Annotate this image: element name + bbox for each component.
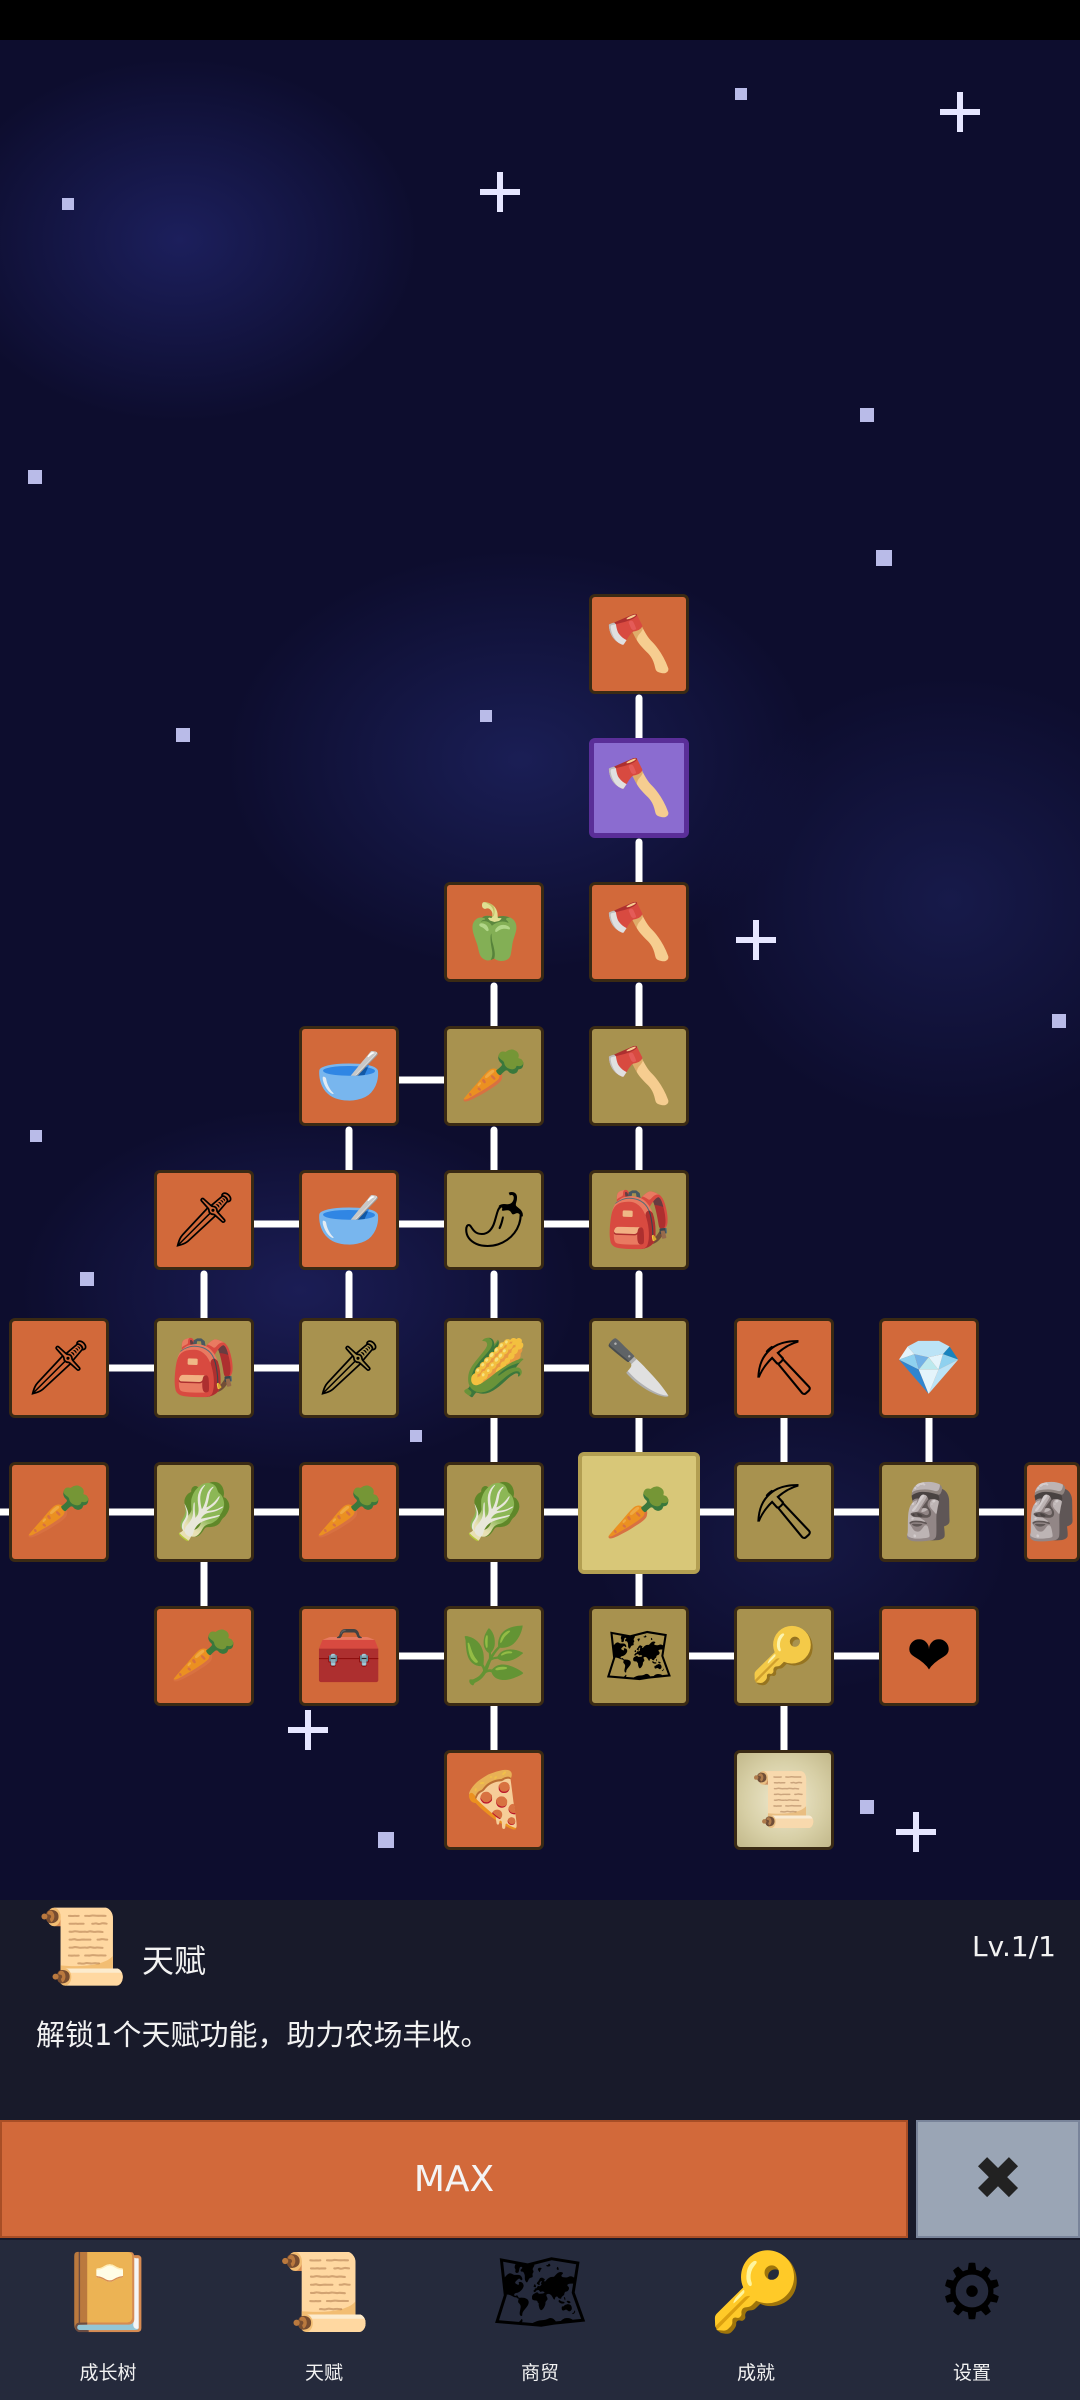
talent-node-dagger[interactable]: 🔪 xyxy=(589,1318,689,1418)
carrot-selected-icon: 🥕 xyxy=(605,1481,673,1544)
map-icon: 🗺 xyxy=(491,2247,589,2336)
talent-node-map[interactable]: 🗺 xyxy=(589,1606,689,1706)
bottom-nav: 📔 成长树 📜 天赋 🗺 商贸 🔑 成就 ⚙ 设置 xyxy=(0,2240,1080,2400)
talent-node-key[interactable]: 🔑 xyxy=(734,1606,834,1706)
sword-icon: 🗡 xyxy=(24,1336,94,1399)
gear-icon: ⚙ xyxy=(937,2247,1007,2336)
key-icon: 🔑 xyxy=(708,2247,804,2336)
sword-icon: 🗡 xyxy=(169,1188,239,1251)
cabbage-icon: 🥬 xyxy=(170,1480,238,1543)
talent-node-carrot-c[interactable]: 🥕 xyxy=(154,1606,254,1706)
nav-settings[interactable]: ⚙ 设置 xyxy=(864,2240,1080,2400)
shovel-purple-icon: 🪓 xyxy=(605,756,673,819)
book-icon: 📔 xyxy=(60,2247,156,2336)
talent-node-heart[interactable]: ❤ xyxy=(879,1606,979,1706)
bowl-icon: 🥣 xyxy=(315,1188,383,1251)
talent-node-corn[interactable]: 🌽 xyxy=(444,1318,544,1418)
dagger-icon: 🔪 xyxy=(605,1336,673,1399)
info-panel: 📜 天赋 Lv.1/1 解锁1个天赋功能，助力农场丰收。 xyxy=(0,1900,1080,2120)
nav-talent[interactable]: 📜 天赋 xyxy=(216,2240,432,2400)
max-button[interactable]: MAX xyxy=(0,2120,908,2238)
heart-icon: ❤ xyxy=(906,1624,952,1687)
talent-node-backpack-a[interactable]: 🎒 xyxy=(589,1170,689,1270)
close-button[interactable]: ✖ xyxy=(916,2120,1080,2238)
talent-node-crystal[interactable]: 💎 xyxy=(879,1318,979,1418)
treasure-chest-icon: 🧰 xyxy=(315,1624,383,1687)
shovel-upgrade-icon: 🪓 xyxy=(605,612,673,675)
chili-icon: 🌶 xyxy=(459,1188,529,1251)
talent-node-pizza[interactable]: 🍕 xyxy=(444,1750,544,1850)
shovel-upgrade-icon: 🪓 xyxy=(605,900,673,963)
carrot-icon: 🥕 xyxy=(170,1624,238,1687)
key-icon: 🔑 xyxy=(750,1624,818,1687)
talent-node-statue-b[interactable]: 🗿 xyxy=(1018,1462,1080,1562)
nav-label-settings: 设置 xyxy=(952,2362,991,2384)
talent-node-shovel-c[interactable]: 🪓 xyxy=(589,882,689,982)
corn-icon: 🌽 xyxy=(460,1336,528,1399)
nav-label-growth-tree: 成长树 xyxy=(79,2362,137,2384)
pepper-icon: 🫑 xyxy=(460,900,528,963)
carrot-icon: 🥕 xyxy=(315,1480,383,1543)
scroll-icon: 📜 xyxy=(276,2247,372,2336)
talent-node-chest[interactable]: 🧰 xyxy=(299,1606,399,1706)
pickaxe-icon: ⛏ xyxy=(749,1480,819,1543)
talent-node-statue-a[interactable]: 🗿 xyxy=(879,1462,979,1562)
cabbage-icon: 🥬 xyxy=(460,1480,528,1543)
talent-node-carrot-center[interactable]: 🥕 xyxy=(578,1452,700,1574)
talent-node-pepper[interactable]: 🫑 xyxy=(444,882,544,982)
statue-icon: 🗿 xyxy=(895,1480,963,1543)
talent-title: 天赋 xyxy=(142,1942,207,1980)
action-bar: MAX ✖ xyxy=(0,2120,1080,2240)
parsnip-icon: 🌿 xyxy=(460,1624,528,1687)
talent-node-sword-c[interactable]: 🗡 xyxy=(299,1318,399,1418)
level-indicator: Lv.1/1 xyxy=(972,1930,1056,1963)
soup-bowl-icon: 🥣 xyxy=(315,1044,383,1107)
nav-label-talent: 天赋 xyxy=(304,2362,343,2384)
statue-icon: 🗿 xyxy=(1018,1480,1080,1543)
backpack-icon: 🎒 xyxy=(170,1336,238,1399)
nav-trade[interactable]: 🗺 商贸 xyxy=(432,2240,648,2400)
talent-node-parsnip[interactable]: 🌿 xyxy=(444,1606,544,1706)
carrot-icon: 🥕 xyxy=(25,1480,93,1543)
scroll-icon: 📜 xyxy=(36,1904,129,1990)
talent-node-backpack-b[interactable]: 🎒 xyxy=(154,1318,254,1418)
close-icon: ✖ xyxy=(972,2144,1024,2214)
talent-node-shovel-d[interactable]: 🪓 xyxy=(589,1026,689,1126)
talent-node-pickaxe-b[interactable]: ⛏ xyxy=(734,1462,834,1562)
sword-icon: 🗡 xyxy=(314,1336,384,1399)
nav-label-achievements: 成就 xyxy=(736,2362,775,2384)
nav-label-trade: 商贸 xyxy=(520,2362,559,2384)
radish-icon: 🥕 xyxy=(460,1044,528,1107)
talent-node-scroll[interactable]: 📜 xyxy=(734,1750,834,1850)
pizza-icon: 🍕 xyxy=(460,1768,528,1831)
talent-node-shovel-a[interactable]: 🪓 xyxy=(589,594,689,694)
talent-node-radish[interactable]: 🥕 xyxy=(444,1026,544,1126)
nav-growth-tree[interactable]: 📔 成长树 xyxy=(0,2240,216,2400)
talent-node-bowl-b[interactable]: 🥣 xyxy=(299,1170,399,1270)
map-icon: 🗺 xyxy=(604,1624,674,1687)
talent-node-pickaxe-a[interactable]: ⛏ xyxy=(734,1318,834,1418)
pickaxe-icon: ⛏ xyxy=(749,1336,819,1399)
talent-node-shovel-b[interactable]: 🪓 xyxy=(589,738,689,838)
talent-node-cabbage-b[interactable]: 🥬 xyxy=(444,1462,544,1562)
talent-node-chili[interactable]: 🌶 xyxy=(444,1170,544,1270)
talent-node-carrot-b[interactable]: 🥕 xyxy=(299,1462,399,1562)
talent-description: 解锁1个天赋功能，助力农场丰收。 xyxy=(36,2018,490,2052)
nav-achievements[interactable]: 🔑 成就 xyxy=(648,2240,864,2400)
talent-node-bowl-a[interactable]: 🥣 xyxy=(299,1026,399,1126)
crystal-icon: 💎 xyxy=(895,1336,963,1399)
talent-node-carrot-a[interactable]: 🥕 xyxy=(9,1462,109,1562)
scroll-icon: 📜 xyxy=(750,1768,818,1831)
talent-node-sword-a[interactable]: 🗡 xyxy=(154,1170,254,1270)
talent-node-sword-b[interactable]: 🗡 xyxy=(9,1318,109,1418)
backpack-icon: 🎒 xyxy=(605,1188,673,1251)
talent-node-cabbage-a[interactable]: 🥬 xyxy=(154,1462,254,1562)
shovel-icon: 🪓 xyxy=(605,1044,673,1107)
